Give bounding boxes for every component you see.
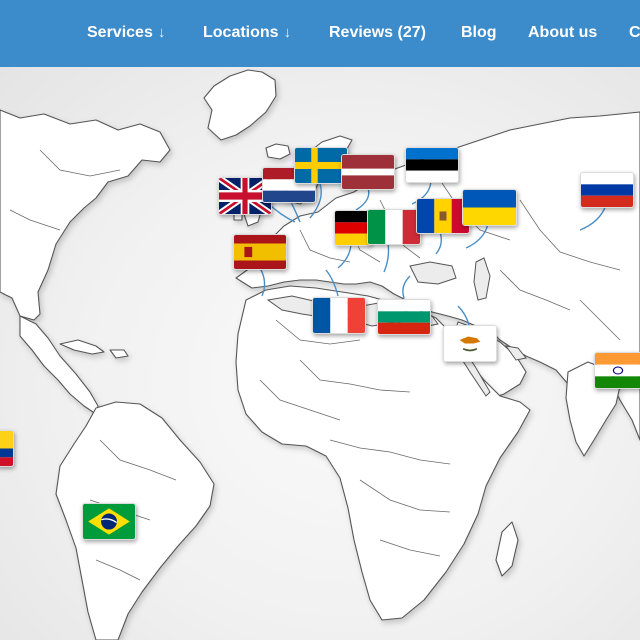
flag-russia[interactable] — [580, 172, 634, 208]
arrow-down-icon: ↓ — [157, 24, 166, 41]
nav-contact-label: C — [629, 24, 640, 41]
nav-item-locations[interactable]: Locations ↓ — [203, 0, 291, 67]
flag-india[interactable] — [594, 352, 640, 389]
flag-sweden[interactable] — [294, 147, 348, 184]
nav-locations-label: Locations — [203, 24, 279, 41]
nav-item-services[interactable]: Services ↓ — [87, 0, 165, 67]
flag-italy[interactable] — [367, 209, 421, 245]
flag-latvia[interactable] — [341, 154, 395, 190]
nav-item-reviews[interactable]: Reviews (27) — [329, 0, 426, 67]
flag-ukraine[interactable] — [462, 189, 517, 226]
arrow-down-icon: ↓ — [283, 24, 292, 41]
nav-reviews-label: Reviews (27) — [329, 24, 426, 41]
nav-item-about-us[interactable]: About us — [528, 0, 597, 67]
flag-spain[interactable] — [233, 234, 287, 270]
top-navigation-bar: Services ↓ Locations ↓ Reviews (27) Blog A… — [0, 0, 640, 67]
flag-brazil[interactable] — [82, 503, 136, 540]
flag-bulgaria[interactable] — [377, 299, 431, 335]
nav-item-blog[interactable]: Blog — [461, 0, 497, 67]
nav-services-label: Services — [87, 24, 153, 41]
world-map — [0, 67, 640, 640]
nav-about-label: About us — [528, 24, 598, 41]
nav-blog-label: Blog — [461, 24, 497, 41]
flag-colombia[interactable] — [0, 430, 14, 467]
flag-france[interactable] — [312, 297, 366, 334]
flag-estonia[interactable] — [405, 147, 459, 183]
nav-item-contact-partial[interactable]: C — [629, 0, 640, 67]
flag-cyprus[interactable] — [443, 325, 497, 362]
